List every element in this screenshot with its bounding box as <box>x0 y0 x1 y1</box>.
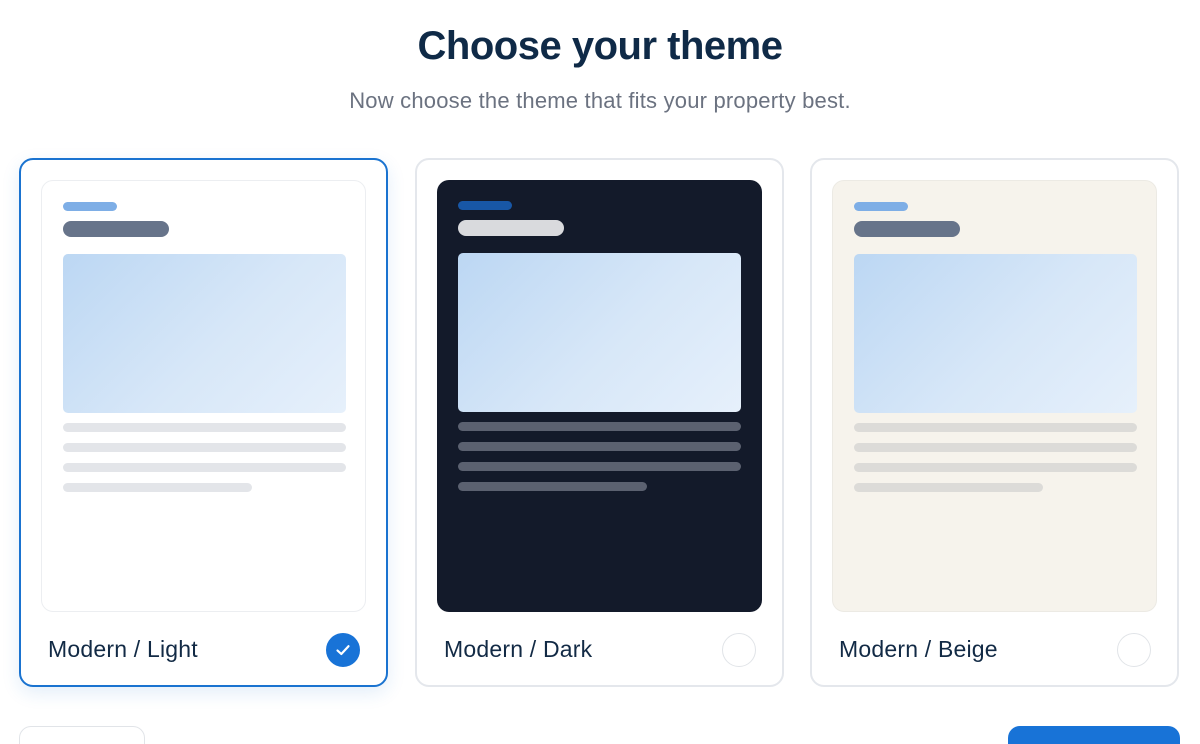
theme-card-label: Modern / Light <box>48 636 198 662</box>
theme-card-modern-beige[interactable]: Modern / Beige <box>810 158 1179 687</box>
preview-text-line <box>63 443 346 452</box>
theme-card-modern-light[interactable]: Modern / Light <box>19 158 388 687</box>
preview-text-line <box>63 483 252 492</box>
preview-text-line <box>63 423 346 432</box>
check-icon <box>336 645 350 656</box>
theme-card-label: Modern / Dark <box>444 636 593 662</box>
theme-radio[interactable] <box>1117 633 1151 667</box>
preview-text-line <box>854 463 1137 472</box>
continue-button[interactable] <box>1008 726 1180 744</box>
preview-heading-bar <box>854 221 960 237</box>
preview-text-line <box>458 442 741 451</box>
theme-radio-selected[interactable] <box>326 633 360 667</box>
preview-hero-image <box>63 254 346 413</box>
theme-card-modern-dark[interactable]: Modern / Dark <box>415 158 784 687</box>
preview-text-line <box>854 423 1137 432</box>
preview-eyebrow-bar <box>854 202 908 211</box>
preview-text-line <box>458 482 647 491</box>
preview-heading-bar <box>63 221 169 237</box>
preview-text-line <box>63 463 346 472</box>
preview-text-line <box>854 483 1043 492</box>
theme-preview-beige <box>832 180 1157 612</box>
theme-radio[interactable] <box>722 633 756 667</box>
theme-preview-light <box>41 180 366 612</box>
preview-text-line <box>458 422 741 431</box>
preview-hero-image <box>854 254 1137 413</box>
theme-selection-page: Choose your theme Now choose the theme t… <box>0 0 1200 744</box>
back-button[interactable] <box>19 726 145 744</box>
preview-eyebrow-bar <box>458 201 512 210</box>
page-title: Choose your theme <box>417 24 783 68</box>
theme-preview-dark <box>437 180 762 612</box>
preview-hero-image <box>458 253 741 412</box>
preview-heading-bar <box>458 220 564 236</box>
preview-eyebrow-bar <box>63 202 117 211</box>
theme-card-label: Modern / Beige <box>839 636 998 662</box>
preview-text-line <box>458 462 741 471</box>
preview-text-line <box>854 443 1137 452</box>
page-subtitle: Now choose the theme that fits your prop… <box>349 88 851 113</box>
